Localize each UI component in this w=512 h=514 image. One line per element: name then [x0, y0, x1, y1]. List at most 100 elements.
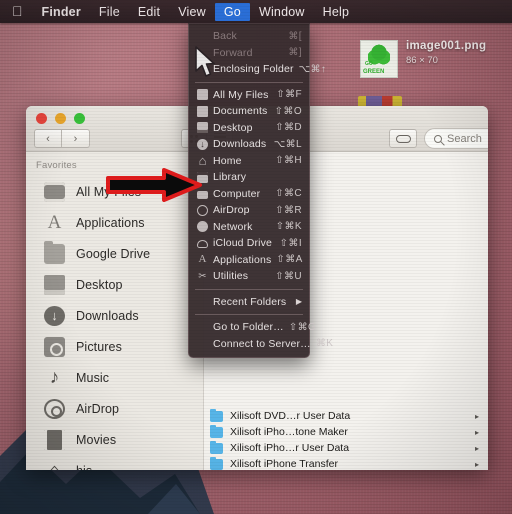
submenu-arrow-icon: ▶: [295, 297, 302, 307]
back-button[interactable]: ‹: [34, 129, 62, 148]
menu-option-library[interactable]: Library: [189, 169, 309, 186]
file-name: Xilisoft iPho…r User Data: [230, 442, 350, 454]
menu-option-shortcut: ⇧⌘R: [275, 204, 302, 216]
menu-separator: [195, 314, 303, 315]
sidebar-item-his[interactable]: his: [26, 455, 203, 471]
item-arrange-icon[interactable]: [389, 129, 417, 148]
menu-item-file[interactable]: File: [90, 3, 129, 21]
menu-option-label: AirDrop: [213, 204, 250, 217]
downloads-icon: [197, 138, 208, 150]
chevron-right-icon[interactable]: ▸: [475, 412, 488, 421]
pictures-icon: [44, 336, 65, 357]
menu-separator: [195, 288, 303, 290]
menu-option-label: Downloads: [213, 138, 267, 151]
sidebar-item-label: Google Drive: [76, 246, 151, 261]
menu-option-applications[interactable]: Applications ⇧⌘A: [189, 252, 309, 269]
file-name: Xilisoft DVD…r User Data: [230, 410, 351, 422]
menu-option-desktop[interactable]: Desktop ⇧⌘D: [189, 120, 309, 137]
menu-option-connect-to-server[interactable]: Connect to Server… ⌘K: [189, 336, 333, 353]
menu-option-go-to-folder[interactable]: Go to Folder… ⇧⌘G: [189, 319, 316, 336]
sidebar-item-pictures[interactable]: Pictures: [26, 331, 203, 362]
folder-icon: [210, 456, 223, 470]
menu-option-label: Enclosing Folder: [213, 63, 294, 76]
menu-option-label: Utilities: [213, 270, 249, 283]
sidebar-item-label: Desktop: [76, 277, 123, 292]
sidebar-item-airdrop[interactable]: AirDrop: [26, 393, 203, 424]
menu-item-view[interactable]: View: [169, 3, 215, 21]
image-thumbnail: GO GREEN: [360, 40, 398, 78]
forward-button[interactable]: ›: [62, 129, 90, 148]
menu-item-window[interactable]: Window: [250, 3, 314, 21]
applications-icon: [44, 213, 65, 233]
menu-option-label: All My Files: [213, 88, 269, 101]
menu-option-shortcut: ⇧⌘K: [275, 221, 302, 233]
menu-option-shortcut: ⇧⌘D: [275, 122, 302, 134]
list-item[interactable]: Xilisoft iPhone Transfer ▸: [204, 456, 488, 470]
menu-option-computer[interactable]: Computer ⇧⌘C: [189, 186, 309, 203]
menu-option-airdrop[interactable]: AirDrop ⇧⌘R: [189, 202, 309, 219]
mouse-pointer-cursor: [194, 46, 216, 85]
sidebar-item-google-drive[interactable]: Google Drive: [26, 238, 203, 269]
sidebar-item-label: AirDrop: [76, 401, 120, 416]
menu-option-utilities[interactable]: Utilities ⇧⌘U: [189, 268, 309, 285]
folder-icon: [44, 240, 65, 264]
menu-option-home[interactable]: Home ⇧⌘H: [189, 153, 309, 170]
menu-option-all-my-files[interactable]: All My Files ⇧⌘F: [189, 87, 309, 104]
sidebar-item-desktop[interactable]: Desktop: [26, 269, 203, 300]
window-controls: [36, 113, 85, 124]
menu-option-shortcut: ⇧⌘I: [279, 237, 302, 249]
menu-item-help[interactable]: Help: [314, 3, 359, 21]
desktop-icon-image001[interactable]: GO GREEN image001.png 86 × 70: [360, 40, 486, 78]
menu-item-go[interactable]: Go: [214, 2, 250, 21]
search-input[interactable]: Search: [424, 128, 488, 149]
menu-option-recent-folders[interactable]: Recent Folders ▶: [189, 294, 309, 311]
menu-option-back[interactable]: Back ⌘[: [189, 28, 309, 45]
menu-option-label: Library: [213, 171, 247, 184]
menu-option-label: Desktop: [213, 121, 253, 134]
list-item[interactable]: Xilisoft DVD…r User Data ▸: [204, 408, 488, 424]
apple-logo-icon[interactable]: : [8, 4, 33, 20]
minimize-button[interactable]: [55, 113, 66, 124]
sidebar-item-downloads[interactable]: Downloads: [26, 300, 203, 331]
list-item[interactable]: Xilisoft iPho…tone Maker ▸: [204, 424, 488, 440]
menu-option-shortcut: ⌘[: [288, 30, 302, 42]
blank-icon: [197, 338, 208, 349]
menu-option-documents[interactable]: Documents ⇧⌘O: [189, 103, 309, 120]
menu-option-shortcut: ⇧⌘F: [276, 89, 302, 101]
sidebar-item-label: Applications: [76, 215, 145, 230]
menu-option-shortcut: ⌘K: [315, 338, 334, 350]
navigation-buttons: ‹ ›: [34, 129, 90, 148]
downloads-icon: [44, 305, 65, 326]
sidebar-item-movies[interactable]: Movies: [26, 424, 203, 455]
search-icon: [434, 134, 442, 143]
menu-item-finder[interactable]: Finder: [33, 3, 90, 21]
desktop-icon-dimensions: 86 × 70: [406, 55, 438, 66]
menu-item-edit[interactable]: Edit: [129, 3, 169, 21]
menu-option-label: Recent Folders: [213, 295, 287, 308]
thumb-green-text: GREEN: [363, 69, 385, 75]
close-button[interactable]: [36, 113, 47, 124]
blank-icon: [197, 296, 208, 307]
menu-option-icloud-drive[interactable]: iCloud Drive ⇧⌘I: [189, 235, 309, 252]
menu-option-downloads[interactable]: Downloads ⌥⌘L: [189, 136, 309, 153]
menu-option-shortcut: ⇧⌘C: [275, 188, 302, 200]
sidebar-item-applications[interactable]: Applications: [26, 207, 203, 238]
menu-option-label: Connect to Server…: [213, 337, 311, 350]
desktop-icon-text: image001.png 86 × 70: [406, 40, 486, 66]
sidebar-item-music[interactable]: Music: [26, 362, 203, 393]
search-placeholder: Search: [447, 132, 482, 145]
file-name: Xilisoft iPho…tone Maker: [230, 426, 348, 438]
documents-icon: [197, 105, 208, 117]
chevron-right-icon[interactable]: ▸: [475, 460, 488, 469]
menu-bar:  Finder File Edit View Go Window Help: [0, 0, 512, 23]
movies-icon: [44, 429, 65, 450]
chevron-right-icon[interactable]: ▸: [475, 428, 488, 437]
list-item[interactable]: Xilisoft iPho…r User Data ▸: [204, 440, 488, 456]
menu-option-network[interactable]: Network ⇧⌘K: [189, 219, 309, 236]
utilities-icon: [197, 271, 208, 282]
maximize-button[interactable]: [74, 113, 85, 124]
blank-icon: [197, 322, 208, 333]
menu-option-shortcut: ⌥⌘L: [273, 138, 302, 150]
chevron-right-icon[interactable]: ▸: [475, 444, 488, 453]
thumb-go-text: GO: [365, 61, 373, 67]
